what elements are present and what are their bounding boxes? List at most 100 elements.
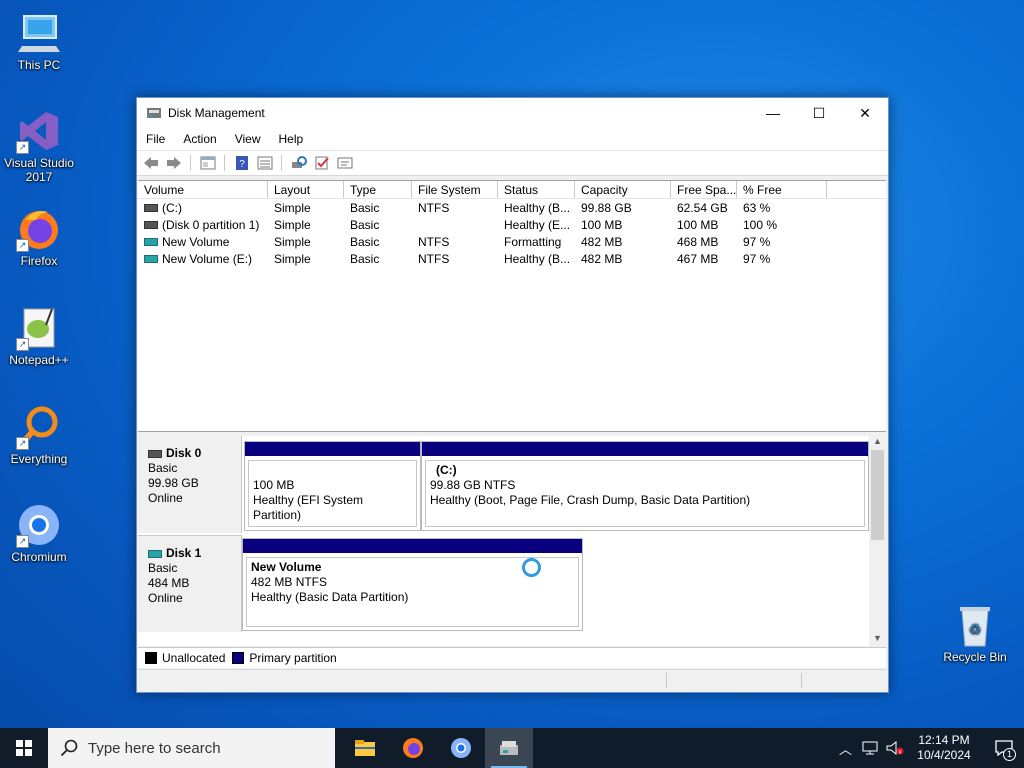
volume-name: New Volume xyxy=(162,234,230,249)
taskbar-firefox[interactable] xyxy=(389,728,437,768)
table-row[interactable]: (Disk 0 partition 1) Simple Basic Health… xyxy=(138,216,886,233)
table-row[interactable]: New Volume Simple Basic NTFS Formatting … xyxy=(138,233,886,250)
column-header-percent-free[interactable]: % Free xyxy=(737,181,827,198)
table-row[interactable]: (C:) Simple Basic NTFS Healthy (B... 99.… xyxy=(138,199,886,216)
partition-bar xyxy=(245,442,420,456)
disk0-state: Online xyxy=(148,491,183,505)
toolbar: ? xyxy=(137,150,888,176)
help-icon[interactable]: ? xyxy=(233,156,250,171)
column-header-layout[interactable]: Layout xyxy=(268,181,344,198)
vertical-scrollbar[interactable]: ▲ ▼ xyxy=(869,436,886,646)
start-button[interactable] xyxy=(0,728,48,768)
type-cell: Basic xyxy=(350,234,380,249)
maximize-button[interactable]: ☐ xyxy=(796,98,842,128)
scroll-thumb[interactable] xyxy=(871,450,884,540)
chromium-icon: ↗ xyxy=(16,502,62,548)
minimize-button[interactable]: — xyxy=(750,98,796,128)
network-icon[interactable] xyxy=(862,741,878,755)
disk1-label[interactable]: Disk 1 Basic 484 MB Online xyxy=(138,535,242,632)
partition-efi[interactable]: 100 MB Healthy (EFI System Partition) xyxy=(244,441,421,531)
partition-status: Healthy (EFI System Partition) xyxy=(253,493,364,522)
notification-center-button[interactable]: 1 xyxy=(984,728,1024,768)
volume-list-header: Volume Layout Type File System Status Ca… xyxy=(138,181,886,199)
desktop-icon-this-pc[interactable]: This PC xyxy=(1,10,77,72)
window-title: Disk Management xyxy=(168,106,265,120)
disk1-size: 484 MB xyxy=(148,576,190,590)
drive-icon xyxy=(144,255,158,264)
drive-icon xyxy=(144,204,158,213)
disk1-type: Basic xyxy=(148,561,178,575)
shortcut-arrow-icon: ↗ xyxy=(16,535,29,548)
type-cell: Basic xyxy=(350,251,380,266)
percent-free-cell: 63 % xyxy=(743,200,771,215)
search-placeholder: Type here to search xyxy=(88,739,221,757)
desktop-icon-chromium[interactable]: ↗ Chromium xyxy=(1,502,77,564)
capacity-cell: 482 MB xyxy=(581,234,623,249)
taskbar-file-explorer[interactable] xyxy=(341,728,389,768)
column-header-volume[interactable]: Volume xyxy=(138,181,268,198)
firefox-icon: ↗ xyxy=(16,206,62,252)
menu-action[interactable]: Action xyxy=(174,132,225,146)
disk0-size: 99.98 GB xyxy=(148,476,199,490)
free-cell: 62.54 GB xyxy=(677,200,728,215)
desktop-icon-recycle-bin[interactable]: ♻ Recycle Bin xyxy=(937,602,1013,664)
chevron-up-icon[interactable]: ︿ xyxy=(839,739,852,758)
scroll-down-icon[interactable]: ▼ xyxy=(869,633,886,646)
desktop-icon-notepadpp[interactable]: ↗ Notepad++ xyxy=(1,305,77,367)
legend-primary: Primary partition xyxy=(249,651,337,665)
forward-icon[interactable] xyxy=(165,156,182,171)
disk-icon xyxy=(148,549,162,558)
desktop-icon-firefox[interactable]: ↗ Firefox xyxy=(1,206,77,268)
taskbar-search-box[interactable]: Type here to search xyxy=(48,728,335,768)
settings-icon[interactable] xyxy=(336,156,353,171)
volume-muted-icon[interactable]: x xyxy=(886,741,904,755)
table-row[interactable]: New Volume (E:) Simple Basic NTFS Health… xyxy=(138,250,886,267)
partition-status: Healthy (Basic Data Partition) xyxy=(251,590,409,604)
column-header-capacity[interactable]: Capacity xyxy=(575,181,671,198)
status-cell: Healthy (B... xyxy=(504,251,571,266)
column-header-free-space[interactable]: Free Spa... xyxy=(671,181,737,198)
disk-management-window: Disk Management — ☐ ✕ File Action View H… xyxy=(136,97,889,693)
fs-cell: NTFS xyxy=(418,200,450,215)
clock-date: 10/4/2024 xyxy=(917,748,971,762)
busy-cursor-icon xyxy=(522,558,541,577)
status-bar xyxy=(138,669,886,691)
computer-icon xyxy=(16,10,62,56)
desktop-icon-everything[interactable]: ↗ Everything xyxy=(1,404,77,466)
properties-icon[interactable] xyxy=(199,156,216,171)
desktop-icon-label: Everything xyxy=(10,452,68,466)
partition-bar xyxy=(422,442,868,456)
column-header-type[interactable]: Type xyxy=(344,181,412,198)
layout-cell: Simple xyxy=(274,217,311,232)
layout-cell: Simple xyxy=(274,200,311,215)
column-header-status[interactable]: Status xyxy=(498,181,575,198)
menu-view[interactable]: View xyxy=(226,132,270,146)
title-bar[interactable]: Disk Management — ☐ ✕ xyxy=(137,98,888,128)
menu-help[interactable]: Help xyxy=(270,132,313,146)
status-divider xyxy=(666,673,667,688)
list-view-icon[interactable] xyxy=(256,156,273,171)
column-header-file-system[interactable]: File System xyxy=(412,181,498,198)
disk-graphical-view: Disk 0 Basic 99.98 GB Online 100 MB Heal… xyxy=(138,436,886,646)
scroll-up-icon[interactable]: ▲ xyxy=(869,436,886,449)
check-icon[interactable] xyxy=(313,156,330,171)
desktop-icon-visual-studio[interactable]: ↗ Visual Studio 2017 xyxy=(1,108,77,184)
disk0-type: Basic xyxy=(148,461,178,475)
clock[interactable]: 12:14 PM 10/4/2024 xyxy=(912,733,976,763)
type-cell: Basic xyxy=(350,217,380,232)
firefox-icon xyxy=(403,738,423,758)
notepadpp-icon: ↗ xyxy=(16,305,62,351)
partition-c[interactable]: (C:) 99.88 GB NTFS Healthy (Boot, Page F… xyxy=(421,441,869,531)
percent-free-cell: 97 % xyxy=(743,234,771,249)
menu-file[interactable]: File xyxy=(137,132,174,146)
close-button[interactable]: ✕ xyxy=(842,98,888,128)
taskbar-disk-management[interactable] xyxy=(485,728,533,768)
partition-info: 100 MB Healthy (EFI System Partition) xyxy=(248,460,417,527)
status-cell: Healthy (B... xyxy=(504,200,571,215)
disk0-label[interactable]: Disk 0 Basic 99.98 GB Online xyxy=(138,436,242,533)
volume-cell: New Volume xyxy=(138,235,268,249)
rescan-icon[interactable] xyxy=(290,156,307,171)
partition-new-volume[interactable]: New Volume 482 MB NTFS Healthy (Basic Da… xyxy=(242,538,583,631)
back-icon[interactable] xyxy=(142,156,159,171)
taskbar-chromium[interactable] xyxy=(437,728,485,768)
